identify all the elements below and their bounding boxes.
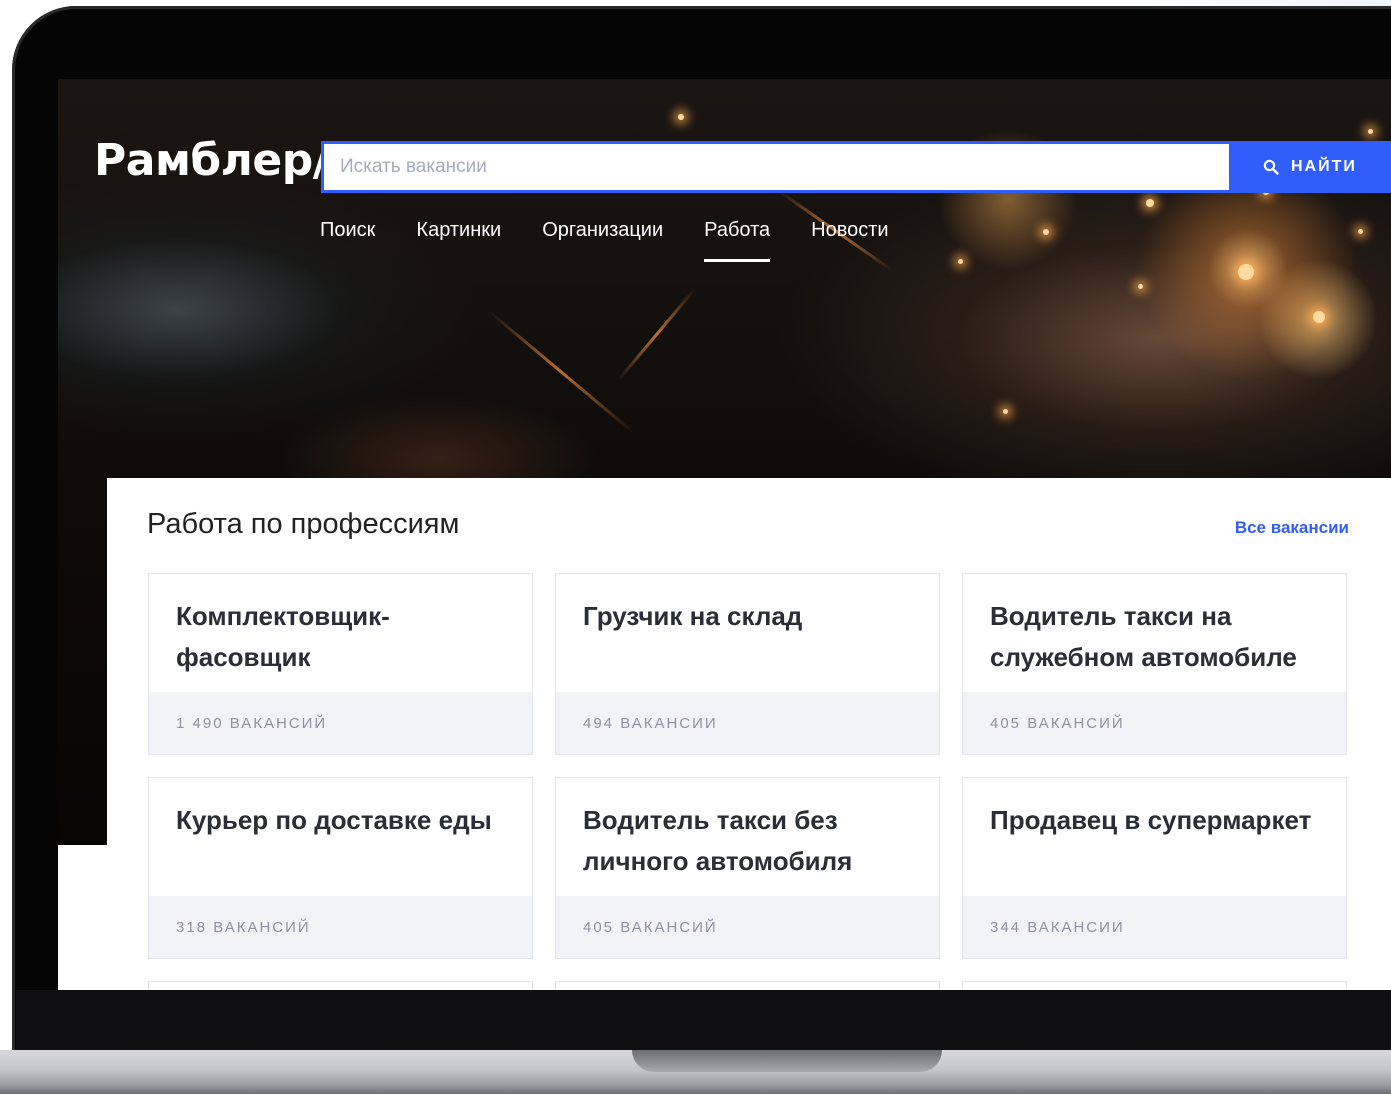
main-nav: Поиск Картинки Организации Работа Новост… xyxy=(320,219,930,262)
profession-card-count: 344 ВАКАНСИИ xyxy=(963,896,1346,958)
nav-item-images[interactable]: Картинки xyxy=(416,219,501,262)
profession-card-count: 405 ВАКАНСИЙ xyxy=(963,692,1346,754)
profession-card-title: Водитель такси на служебном автомобиле xyxy=(990,601,1297,672)
profession-card-count: 494 ВАКАНСИИ xyxy=(556,692,939,754)
profession-card-title: Комплектовщик-фасовщик xyxy=(176,601,390,672)
magnifier-icon xyxy=(1263,159,1279,175)
nav-item-news[interactable]: Новости xyxy=(811,219,888,262)
spark-decoration xyxy=(1238,264,1254,280)
profession-card[interactable]: Комплектовщик-фасовщик 1 490 ВАКАНСИЙ xyxy=(148,573,533,755)
profession-card-title: Продавец в супермаркет xyxy=(990,805,1312,835)
section-title: Работа по профессиям xyxy=(147,508,460,540)
profession-card[interactable]: Курьер по доставке еды 318 ВАКАНСИЙ xyxy=(148,777,533,959)
search-input[interactable] xyxy=(321,141,1229,193)
profession-card-partial[interactable] xyxy=(555,981,940,990)
laptop-base-notch xyxy=(632,1050,942,1072)
all-vacancies-link[interactable]: Все вакансии xyxy=(1235,518,1349,538)
search-button-label: НАЙТИ xyxy=(1291,158,1357,175)
spark-decoration xyxy=(678,114,684,120)
professions-panel: Работа по профессиям Все вакансии Компле… xyxy=(107,478,1391,990)
spark-decoration xyxy=(1146,199,1154,207)
profession-card-count: 1 490 ВАКАНСИЙ xyxy=(149,692,532,754)
spark-streak-decoration xyxy=(616,287,697,382)
profession-grid: Комплектовщик-фасовщик 1 490 ВАКАНСИЙ Гр… xyxy=(148,573,1347,990)
profession-card-title: Водитель такси без личного автомобиля xyxy=(583,805,853,876)
spark-decoration xyxy=(1003,409,1008,414)
profession-card[interactable]: Грузчик на склад 494 ВАКАНСИИ xyxy=(555,573,940,755)
nav-item-organizations[interactable]: Организации xyxy=(542,219,663,262)
profession-card-partial[interactable] xyxy=(148,981,533,990)
profession-card-title: Курьер по доставке еды xyxy=(176,805,492,835)
spark-decoration xyxy=(1043,229,1049,235)
profession-card-count: 405 ВАКАНСИЙ xyxy=(556,896,939,958)
profession-card[interactable]: Водитель такси на служебном автомобиле 4… xyxy=(962,573,1347,755)
profession-card-count: 318 ВАКАНСИЙ xyxy=(149,896,532,958)
spark-decoration xyxy=(1368,129,1373,134)
nav-item-search[interactable]: Поиск xyxy=(320,219,375,262)
spark-decoration xyxy=(1138,284,1143,289)
search-button[interactable]: НАЙТИ xyxy=(1229,141,1391,193)
rambler-logo[interactable]: Рамблер/ xyxy=(94,135,329,186)
profession-card-title: Грузчик на склад xyxy=(583,601,803,631)
laptop-bezel-bottom xyxy=(16,990,1391,1050)
profession-card[interactable]: Водитель такси без личного автомобиля 40… xyxy=(555,777,940,959)
laptop-screen: Рамблер/ НАЙТИ Поиск Картинки Организаци… xyxy=(58,79,1391,990)
profession-card[interactable]: Продавец в супермаркет 344 ВАКАНСИИ xyxy=(962,777,1347,959)
spark-decoration xyxy=(958,259,963,264)
spark-decoration xyxy=(1358,229,1363,234)
spark-decoration xyxy=(1313,311,1325,323)
profession-card-partial[interactable] xyxy=(962,981,1347,990)
page: Рамблер/ НАЙТИ Поиск Картинки Организаци… xyxy=(0,0,1391,1094)
spark-streak-decoration xyxy=(487,309,635,434)
nav-item-jobs[interactable]: Работа xyxy=(704,219,771,262)
